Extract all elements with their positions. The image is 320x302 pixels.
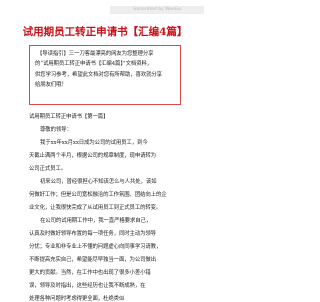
document-title: 试用期员工转正申请书【汇编4篇】 (22, 26, 188, 38)
guide-box: 【导读指引】三一刀客最漂亮的网友为您整理分享 的“试用期员工转正申请书【汇编4篇… (29, 45, 181, 105)
guide-line: 供您学习参考，希望此文档对您有所帮助，喜欢就分享 (35, 71, 162, 78)
paragraph-line: 不断提高充实自己，希望能尽早独当一面，为公司做出 (29, 257, 156, 263)
document-page: Generated by WeeGo 试用期员工转正申请书【汇编4篇】 【导读指… (0, 0, 210, 302)
paragraph-line: 误，领导及时指出，这些经历也让我不断成熟，在 (29, 283, 146, 289)
paragraph-line: 何做好工作；但是公司宽松融洽的工作氛围、团结向上的企 (29, 192, 167, 198)
paragraph-line: 分忧；专业和非专业上不懂的问题虚心向同事学习请教， (29, 244, 162, 250)
paragraph-line: 我于xx年xx月xx日成为公司的试用员工，到今 (40, 140, 148, 146)
site-watermark-tag: Generated by WeeGo (110, 6, 204, 14)
paragraph-line: 公司正式员工。 (29, 166, 67, 172)
guide-line: 给朋友们哦！ (35, 82, 67, 89)
guide-line: 【导读指引】三一刀客最漂亮的网友为您整理分享 (37, 51, 154, 57)
paragraph-line: 在公司的试用期工作中，我一直严格要求自己， (40, 218, 152, 224)
paragraph-line: 天截止满两个半月，根据公司的规章制度，现申请转为 (29, 153, 156, 159)
paragraph-line: 认真及时做好领导布置的每一项任务，同时主动为领导 (29, 231, 156, 237)
paragraph-line: 业文化，让我很快完成了从试用员工到正式员工的转变。 (29, 205, 162, 211)
salutation: 尊敬的领导： (40, 127, 72, 133)
section-heading: 试用期员工转正申请书【第一篇】 (29, 114, 109, 120)
paragraph-line: 初来公司，曾经很担心不知该怎么与人共处，该如 (40, 179, 157, 185)
paragraph-line: 更大的贡献。当然，在工作中也出现了很多小差小错 (29, 270, 151, 276)
guide-line: 的“试用期员工转正申请书【汇编4篇】”文档资料， (35, 61, 153, 68)
